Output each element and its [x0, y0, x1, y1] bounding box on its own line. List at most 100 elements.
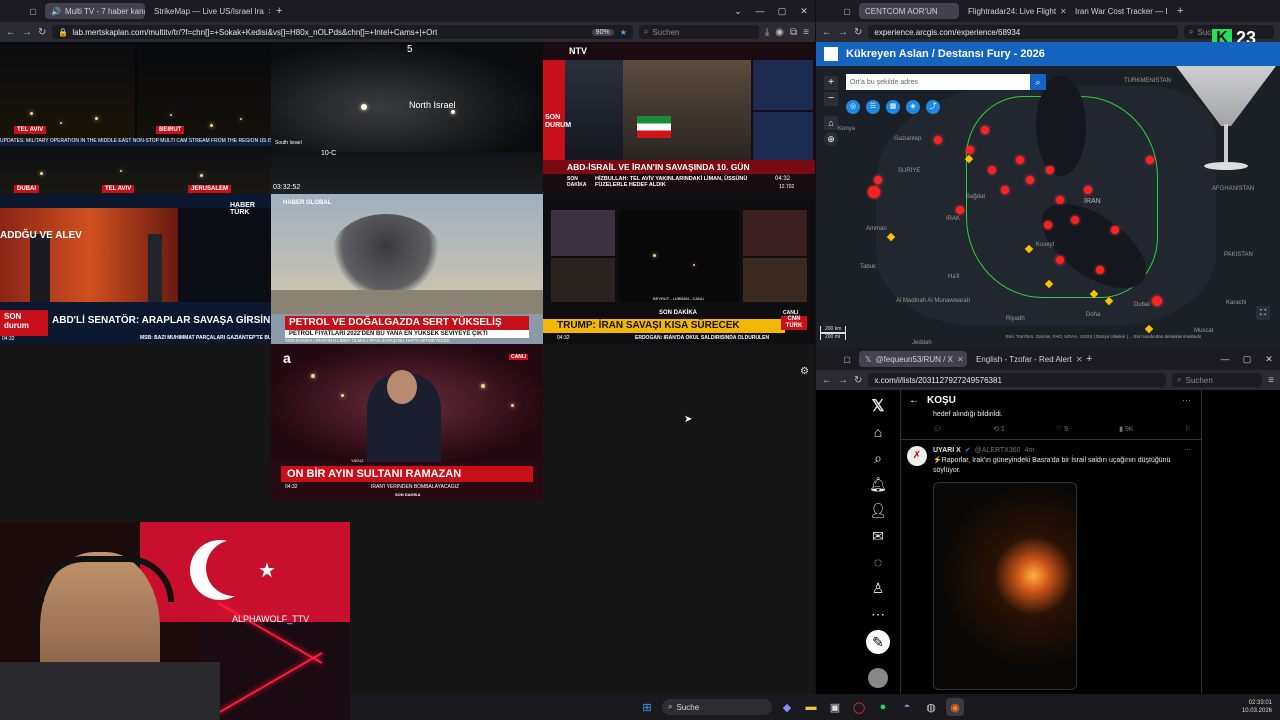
post-1[interactable]: hedef alındığı bildirildi. 💬︎ ⟲ 1 ♡ 9 ▮ … — [901, 410, 1201, 440]
back-icon[interactable]: ← — [822, 27, 832, 38]
zoom-badge[interactable]: 90% — [591, 28, 614, 36]
close-icon[interactable]: ✕ — [1172, 7, 1173, 16]
tab-cost-tracker[interactable]: Iran War Cost Tracker — I ✕ — [1069, 3, 1173, 19]
tab-flightradar[interactable]: Flightradar24: Live Flight ✕ — [962, 3, 1066, 19]
spotify-icon[interactable]: ● — [874, 698, 892, 716]
account-icon[interactable]: ◉ — [775, 27, 784, 38]
discord-icon[interactable]: ◓ — [898, 698, 916, 716]
tile-ahaber[interactable]: a CANLI YAVUZ ON BİR AYIN SULTANI RAMAZA… — [271, 344, 543, 500]
close-window-icon[interactable]: ✕ — [793, 6, 815, 17]
basemap-tool-icon[interactable]: ▦ — [886, 100, 900, 114]
reload-icon[interactable]: ↻ — [854, 375, 862, 386]
extensions-icon[interactable]: ⧉ — [790, 27, 797, 38]
star-icon[interactable]: ★ — [620, 28, 627, 37]
new-tab-icon[interactable]: + — [1086, 353, 1092, 365]
windows-start-icon[interactable]: ⊞ — [638, 698, 656, 716]
tab-centcom[interactable]: CENTCOM AOR'UN — [859, 3, 959, 19]
opera-icon[interactable]: ◯ — [850, 698, 868, 716]
tab-x-list[interactable]: 𝕏 @fequeun53/RUN / X ✕ — [859, 351, 967, 367]
maximize-icon[interactable]: ▢ — [771, 6, 793, 17]
profile-icon[interactable]: ♙ — [868, 578, 888, 598]
tab-list-icon[interactable]: ▢ — [838, 7, 856, 16]
tab-multitv[interactable]: 🔊 Multi TV - 7 haber kanalını ✕ — [45, 3, 145, 19]
forward-icon[interactable]: → — [838, 27, 848, 38]
reload-icon[interactable]: ↻ — [38, 27, 46, 38]
post-2-handle[interactable]: @ALERTX360 — [975, 447, 1021, 454]
notifications-icon[interactable]: 🔔︎ — [868, 474, 888, 494]
taskbar-search[interactable]: ⌕ Suche — [662, 699, 772, 715]
address-field[interactable]: x.com/i/lists/2031127927249576381 — [868, 373, 1167, 387]
account-avatar[interactable] — [868, 668, 888, 688]
fullscreen-icon[interactable]: ⛶ — [1256, 306, 1270, 320]
new-tab-icon[interactable]: + — [1177, 5, 1183, 17]
map-canvas[interactable]: + − ⌂ ⊕ Ort'a bu şekilde adres ⌕ ◎ ☰ ▦ ◈… — [816, 66, 1280, 348]
download-icon[interactable]: ⤓ — [765, 27, 769, 38]
legend-tool-icon[interactable]: ☰ — [866, 100, 880, 114]
maximize-icon[interactable]: ▢ — [1236, 354, 1258, 365]
share-tool-icon[interactable]: ⤴ — [926, 100, 940, 114]
tab-strikemap[interactable]: StrikeMap — Live US/Israel Ira ✕ — [148, 3, 270, 19]
address-field[interactable]: experience.arcgis.com/experience/68934 — [868, 25, 1178, 39]
tile-haberglobal[interactable]: HABER GLOBAL PETROL VE DOĞALGAZDA SERT Y… — [271, 194, 543, 344]
post-2-author[interactable]: UYARI X — [933, 447, 961, 454]
minimize-icon[interactable]: — — [1214, 354, 1236, 364]
close-icon[interactable]: ✕ — [957, 355, 964, 364]
grok-icon[interactable]: ◌ — [868, 552, 888, 572]
more-icon[interactable]: ⋯ — [868, 604, 888, 624]
tile-haberturk[interactable]: HABER TÜRK ADDĞU VE ALEV SON durum ABD'L… — [0, 194, 271, 344]
zoom-out-button[interactable]: − — [824, 92, 838, 106]
back-arrow-icon[interactable]: ← — [909, 395, 919, 406]
post-button[interactable]: ✎ — [866, 630, 890, 654]
layers-tool-icon[interactable]: ◎ — [846, 100, 860, 114]
back-icon[interactable]: ← — [822, 375, 832, 386]
post-2[interactable]: ✗ UYARI X ✔ @ALERTX360 4m ⋯ ⚡Raporlar, I… — [901, 440, 1201, 690]
zoom-in-button[interactable]: + — [824, 76, 838, 90]
forward-icon[interactable]: → — [838, 375, 848, 386]
views-button[interactable]: ▮ 9K — [1119, 425, 1133, 433]
search-field[interactable]: ⌕ Suchen — [1172, 373, 1263, 387]
reply-icon[interactable]: 💬︎ — [933, 425, 942, 433]
address-field[interactable]: 🔒 lab.mertskaplan.com/multitv/tr/?f=chn[… — [52, 25, 633, 39]
measure-tool-icon[interactable]: ◈ — [906, 100, 920, 114]
close-window-icon[interactable]: ✕ — [1258, 354, 1280, 365]
retweet-button[interactable]: ⟲ 1 — [993, 425, 1005, 433]
forward-icon[interactable]: → — [22, 27, 32, 38]
map-search-icon[interactable]: ⌕ — [1030, 74, 1046, 90]
firefox-icon[interactable]: ◉ — [946, 698, 964, 716]
close-icon[interactable]: ✕ — [1076, 355, 1082, 364]
tab-list-icon[interactable]: ▢ — [24, 7, 42, 16]
new-tab-icon[interactable]: + — [276, 5, 282, 17]
minimize-icon[interactable]: — — [749, 6, 771, 16]
bookmark-icon[interactable]: ⚐ — [1185, 425, 1191, 433]
menu-icon[interactable]: ≡ — [803, 27, 809, 38]
tile-ntv[interactable]: NTV SON DURUM ABD-İSRAİL VE İRAN'IN SAVA… — [543, 42, 815, 194]
steam-icon[interactable]: ◍ — [922, 698, 940, 716]
settings-gear-icon[interactable]: ⚙ — [800, 366, 809, 377]
x-home-logo-icon[interactable]: 𝕏 — [868, 396, 888, 416]
teams-icon[interactable]: ◆ — [778, 698, 796, 716]
tab-tzofar[interactable]: English - Tzofar - Red Alert ✕ — [970, 351, 1082, 367]
close-icon[interactable]: ✕ — [268, 7, 270, 16]
back-icon[interactable]: ← — [6, 27, 16, 38]
explore-icon[interactable]: ⌕ — [868, 448, 888, 468]
tile-cnnturk[interactable]: BEYRUT - LÜBNAN - CANLI SON DAKİKA TRUMP… — [543, 194, 815, 344]
follow-icon[interactable]: 👤︎ — [868, 500, 888, 520]
close-icon[interactable]: ✕ — [1060, 7, 1066, 16]
tab-list-icon[interactable]: ▢ — [838, 355, 856, 364]
messages-icon[interactable]: ✉ — [868, 526, 888, 546]
author-avatar[interactable]: ✗ — [907, 446, 927, 466]
post-more-icon[interactable]: ⋯ — [1184, 446, 1191, 454]
home-button[interactable]: ⌂ — [824, 116, 838, 130]
tile-israel-cams[interactable]: 5 North Israel South Israel 10-C 03:32:5… — [271, 42, 543, 194]
folder-icon[interactable]: ▬ — [802, 698, 820, 716]
reload-icon[interactable]: ↻ — [854, 27, 862, 38]
compass-button[interactable]: ⊕ — [824, 132, 838, 146]
post-more-icon[interactable]: ⋯ — [1182, 395, 1191, 406]
store-icon[interactable]: ▣ — [826, 698, 844, 716]
home-icon[interactable]: ⌂ — [868, 422, 888, 442]
chevron-down-icon[interactable]: ⌄ — [727, 6, 749, 17]
clock[interactable]: 02:33:01 10.03.2026 — [1212, 699, 1280, 715]
like-button[interactable]: ♡ 9 — [1056, 425, 1068, 433]
post-2-video[interactable] — [933, 482, 1077, 690]
search-field[interactable]: ⌕ Suchen — [638, 25, 759, 39]
